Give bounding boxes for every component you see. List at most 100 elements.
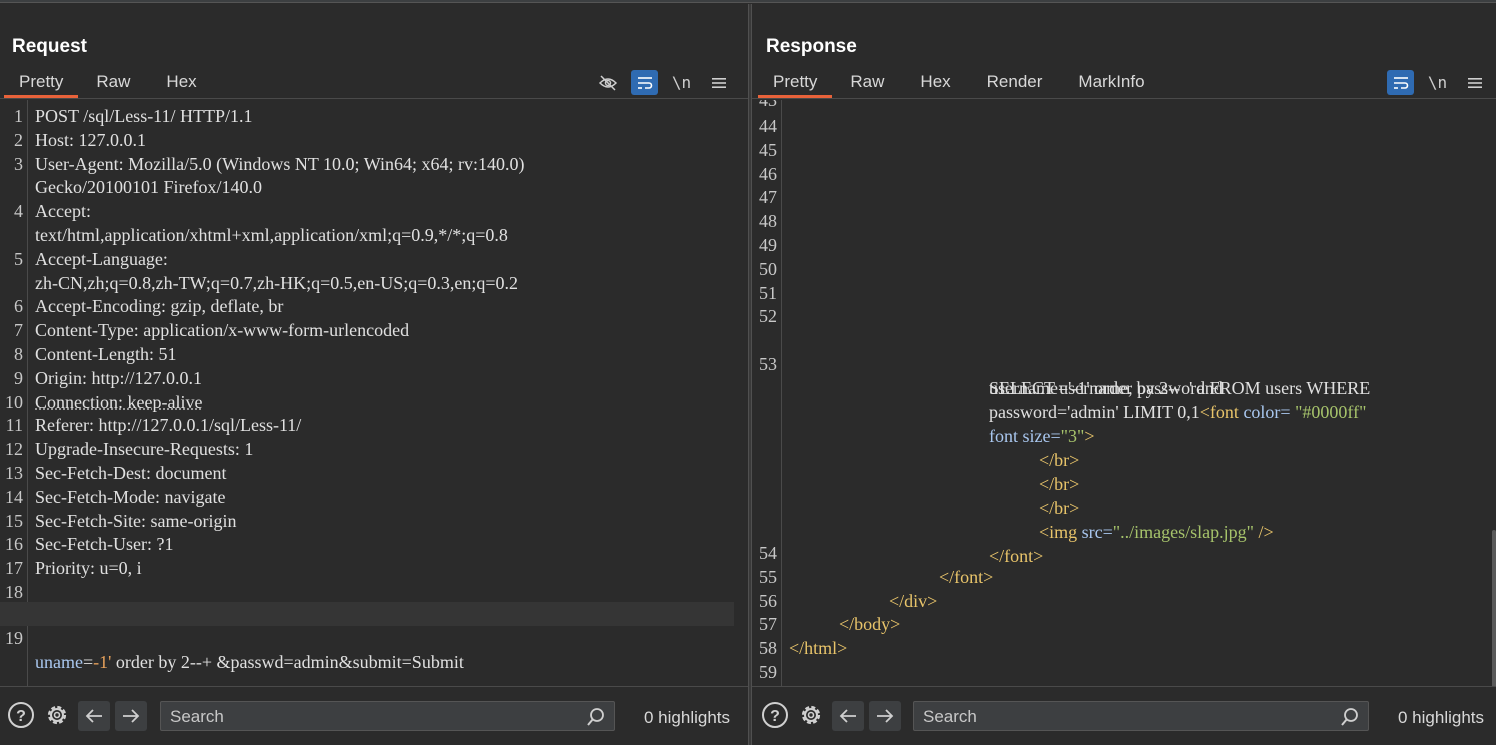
tab-pretty[interactable]: Pretty — [758, 70, 833, 98]
code-line-wrap: </br> — [752, 424, 1496, 470]
request-body-line[interactable]: 19 uname=-1' order by 2--+ &passwd=admin… — [0, 602, 734, 672]
tab-hex[interactable]: Hex — [902, 70, 968, 96]
newline-toggle[interactable]: \n — [1424, 70, 1451, 95]
code-line: 10 Connection: keep-alive — [0, 390, 748, 414]
line-number: 16 — [5, 534, 23, 555]
tab-raw[interactable]: Raw — [832, 70, 902, 96]
header-text: Sec-Fetch-User: ?1 — [35, 534, 174, 555]
request-panel: Request Pretty Raw Hex \n 1 POST /sql/Les… — [0, 4, 748, 745]
line-number: 44 — [759, 116, 777, 136]
gear-icon[interactable] — [43, 701, 71, 729]
code-line: 11 Referer: http://127.0.0.1/sql/Less-11/ — [0, 413, 748, 437]
header-text: Connection: keep-alive — [35, 391, 203, 412]
request-editor[interactable]: 1 POST /sql/Less-11/ HTTP/1.1 2 Host: 127.0… — [0, 100, 748, 686]
vertical-scrollbar[interactable] — [1492, 530, 1496, 686]
code-line: 14 Sec-Fetch-Mode: navigate — [0, 485, 748, 509]
param-name: uname — [35, 652, 83, 672]
code-line: 13 Sec-Fetch-Dest: document — [0, 461, 748, 485]
header-text: Accept: — [35, 201, 91, 222]
wrap-lines-icon[interactable] — [631, 70, 658, 95]
arrow-left-icon[interactable] — [78, 701, 110, 731]
line-number: 6 — [14, 296, 23, 317]
highlights-count: 0 highlights — [644, 708, 731, 727]
tab-raw[interactable]: Raw — [78, 70, 148, 96]
code-line: 45 — [752, 138, 1496, 162]
hamburger-menu-icon[interactable] — [705, 70, 732, 95]
code-line: 5 Accept-Language: — [0, 247, 748, 271]
header-text: Content-Length: 51 — [35, 344, 177, 364]
response-tabs: Pretty Raw Hex Render MarkInfo — [758, 70, 1163, 98]
search-placeholder: Search — [170, 707, 224, 726]
code-line-wrap: font size="3"> — [752, 400, 1496, 446]
search-placeholder: Search — [923, 707, 977, 726]
gear-icon[interactable] — [797, 701, 825, 729]
line-number: 52 — [759, 306, 777, 327]
line-number: 55 — [759, 566, 777, 587]
search-icon[interactable] — [1340, 707, 1360, 732]
html-tag: </body> — [839, 614, 901, 635]
code-line: 55 </font> — [752, 565, 1496, 589]
tab-hex[interactable]: Hex — [148, 70, 214, 96]
header-text: POST /sql/Less-11/ HTTP/1.1 — [35, 106, 253, 126]
code-line: 6 Accept-Encoding: gzip, deflate, br — [0, 294, 748, 318]
eye-off-icon[interactable] — [594, 70, 621, 95]
line-number: 7 — [14, 320, 23, 341]
help-icon[interactable]: ? — [761, 701, 789, 729]
line-number: 9 — [14, 367, 23, 388]
header-text: Sec-Fetch-Site: same-origin — [35, 510, 237, 531]
request-footer: ? Search 0 highlights — [0, 686, 748, 745]
arrow-right-icon[interactable] — [869, 701, 901, 731]
line-number: 49 — [759, 235, 777, 255]
code-line: 4 Accept: — [0, 199, 748, 223]
line-number: 5 — [14, 248, 23, 269]
code-line: 48 — [752, 209, 1496, 233]
code-line-wrap: <img src="../images/slap.jpg" /> — [752, 496, 1496, 542]
line-number: 18 — [5, 582, 23, 602]
svg-text:?: ? — [770, 708, 780, 725]
line-number: 14 — [5, 486, 23, 507]
code-line: 59 — [752, 660, 1496, 684]
help-icon[interactable]: ? — [7, 701, 35, 729]
search-icon[interactable] — [586, 707, 606, 732]
header-text: Sec-Fetch-Dest: document — [35, 463, 227, 483]
code-line: 49 — [752, 233, 1496, 257]
line-number: 13 — [5, 463, 23, 483]
header-text: Origin: http://127.0.0.1 — [35, 367, 203, 388]
request-body: uname=-1' order by 2--+ &passwd=admin&su… — [35, 650, 464, 674]
line-number: 59 — [759, 662, 777, 682]
code-line: 12 Upgrade-Insecure-Requests: 1 — [0, 437, 748, 461]
code-line-wrap: text/html,application/xhtml+xml,applicat… — [0, 223, 748, 247]
wrap-lines-icon[interactable] — [1387, 70, 1414, 95]
response-editor[interactable]: 43 44 45 46 47 48 49 50 51 52 53 SELECT username… — [752, 100, 1496, 686]
header-text: Gecko/20100101 Firefox/140.0 — [35, 177, 262, 198]
tab-markinfo[interactable]: MarkInfo — [1060, 70, 1162, 96]
tab-render[interactable]: Render — [969, 70, 1061, 96]
newline-toggle[interactable]: \n — [668, 70, 695, 95]
code-line: 57 </body> — [752, 612, 1496, 636]
line-number: 15 — [5, 510, 23, 531]
header-text: zh-CN,zh;q=0.8,zh-TW;q=0.7,zh-HK;q=0.5,e… — [35, 272, 519, 293]
line-number: 43 — [759, 100, 777, 110]
html-tag: </div> — [889, 590, 938, 611]
code-line-wrap: zh-CN,zh;q=0.8,zh-TW;q=0.7,zh-HK;q=0.5,e… — [0, 271, 748, 295]
header-text: Sec-Fetch-Mode: navigate — [35, 486, 226, 507]
code-line: 52 — [752, 304, 1496, 328]
code-line: 56 </div> — [752, 589, 1496, 613]
response-toolbar: \n — [1387, 70, 1488, 95]
header-text: User-Agent: Mozilla/5.0 (Windows NT 10.0… — [35, 153, 525, 174]
line-number: 19 — [5, 628, 23, 648]
arrow-left-icon[interactable] — [832, 701, 864, 731]
code-line: 1 POST /sql/Less-11/ HTTP/1.1 — [0, 104, 748, 128]
response-footer: ? Search 0 highlights — [752, 686, 1496, 745]
hamburger-menu-icon[interactable] — [1461, 70, 1488, 95]
code-line: 16 Sec-Fetch-User: ?1 — [0, 532, 748, 556]
header-text: Host: 127.0.0.1 — [35, 129, 147, 150]
code-line-partial: 43 — [752, 100, 1496, 112]
search-input[interactable]: Search — [913, 701, 1369, 731]
search-input[interactable]: Search — [160, 701, 615, 731]
param-eq: = — [82, 652, 94, 672]
header-text: Accept-Encoding: gzip, deflate, br — [35, 296, 284, 317]
arrow-right-icon[interactable] — [115, 701, 147, 731]
tab-pretty[interactable]: Pretty — [4, 70, 79, 98]
code-line: 9 Origin: http://127.0.0.1 — [0, 366, 748, 390]
